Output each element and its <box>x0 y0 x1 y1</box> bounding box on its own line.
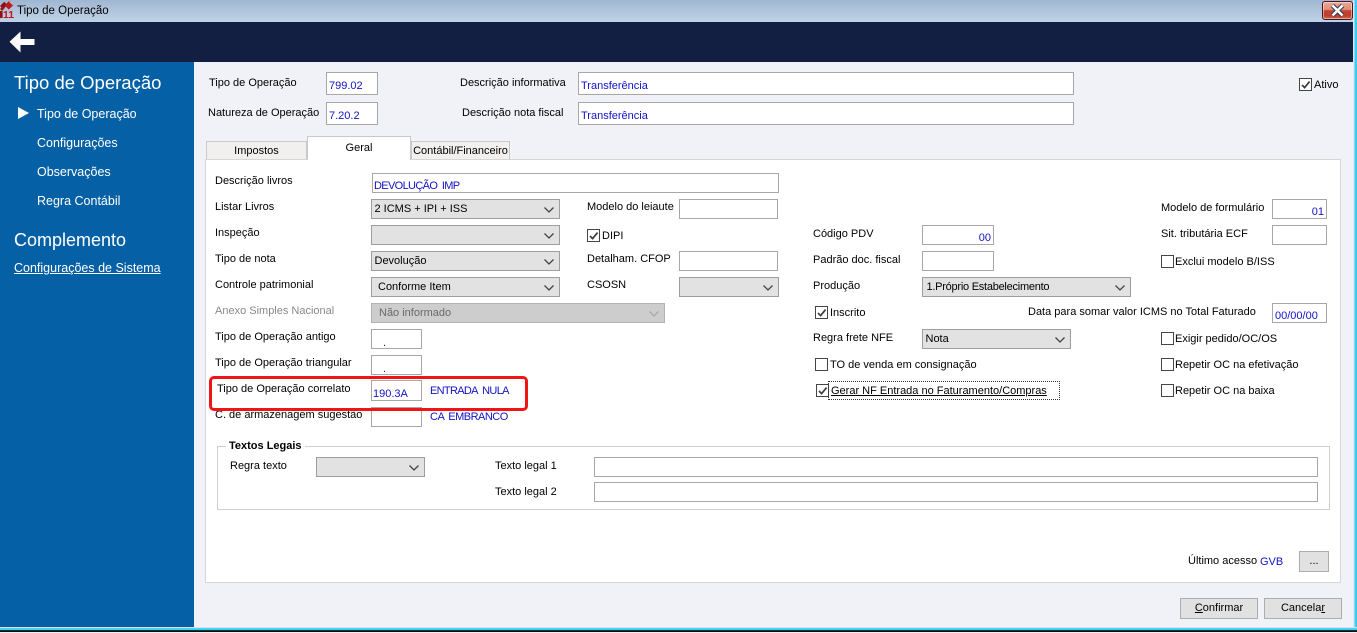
svg-text:11: 11 <box>3 9 14 19</box>
